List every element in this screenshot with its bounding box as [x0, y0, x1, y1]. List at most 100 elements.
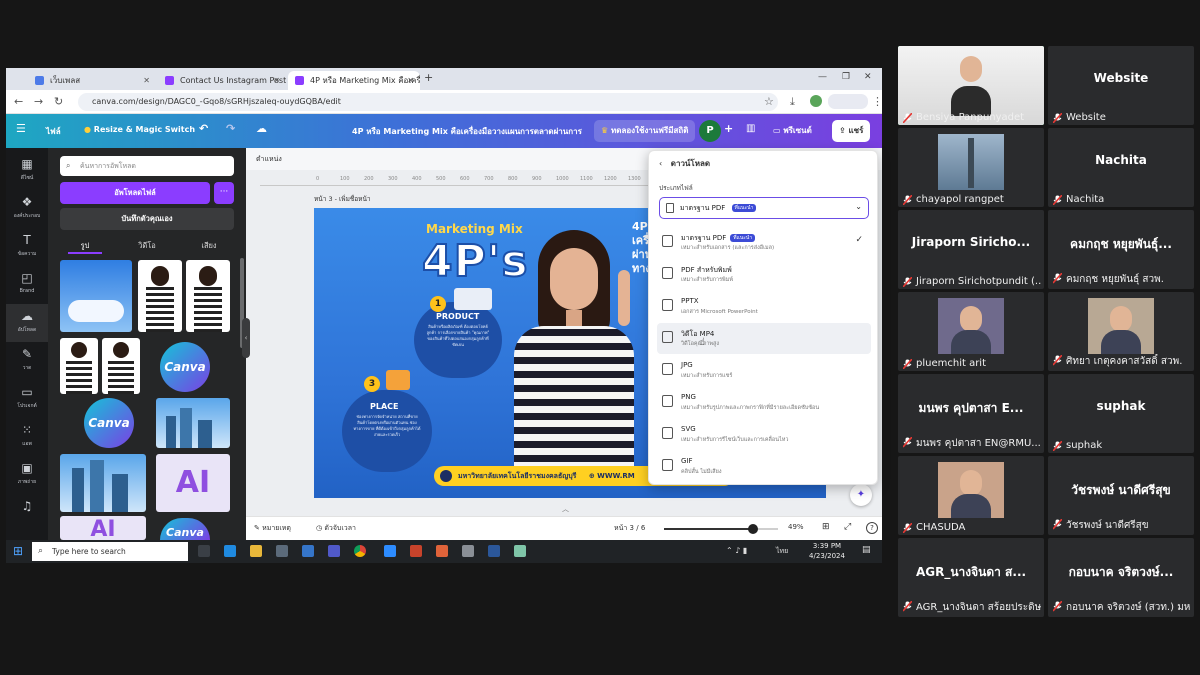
bookmark-star-icon[interactable]: ☆ [764, 95, 774, 108]
windows-start-icon[interactable]: ⊞ [13, 544, 23, 558]
user-avatar[interactable]: P [699, 120, 721, 142]
file-menu[interactable]: ไฟล์ [46, 125, 61, 138]
edge-icon[interactable] [224, 545, 236, 557]
window-close-icon[interactable]: ✕ [864, 72, 872, 82]
participant-tile[interactable]: Jiraporn Siricho... Jiraporn Sirichotpund… [898, 210, 1044, 289]
forward-icon[interactable]: → [34, 95, 43, 108]
download-back-button[interactable]: ‹ ดาวน์โหลด [659, 157, 710, 170]
teams-icon[interactable] [328, 545, 340, 557]
rail-item-3[interactable]: ◰ Brand [6, 266, 48, 304]
upload-thumb-canva-logo[interactable]: Canva [160, 342, 210, 392]
upload-thumb-woman-2[interactable] [186, 260, 230, 332]
browser-tab-3[interactable]: 4P หรือ Marketing Mix คือเครื่อง... ✕ [288, 71, 420, 90]
upload-thumb-woman-4[interactable] [102, 338, 140, 394]
analytics-icon[interactable]: ▥ [746, 123, 755, 134]
profile-chip[interactable] [828, 94, 868, 109]
participant-tile[interactable]: pluemchit arit [898, 292, 1044, 371]
tab-audio[interactable]: เสียง [180, 240, 238, 252]
upload-thumb-sky[interactable] [60, 260, 132, 332]
file-type-select[interactable]: มาตรฐาน PDF ที่แนะนำ ⌄ [659, 197, 869, 219]
file-type-option[interactable]: GIF คลิปสั้น ไม่มีเสียง [657, 451, 871, 482]
zoom-app-icon[interactable] [384, 545, 396, 557]
url-field[interactable]: canva.com/design/DAGC0_-Gqo8/sGRHjszaleq… [78, 93, 778, 111]
timer-button[interactable]: ◷ ตัวจับเวลา [316, 523, 356, 534]
resize-button[interactable]: ● Resize & Magic Switch [84, 125, 195, 134]
upload-thumb-woman-3[interactable] [60, 338, 98, 394]
profile-avatar[interactable] [810, 95, 822, 107]
participant-tile[interactable]: กอบนาค จริตวงษ์... กอบนาค จริตวงษ์ (สวท.)… [1048, 538, 1194, 617]
record-yourself-button[interactable]: บันทึกตัวคุณเอง [60, 208, 234, 230]
photos-icon[interactable] [462, 545, 474, 557]
add-collaborator-icon[interactable]: + [724, 122, 733, 135]
mail-icon[interactable] [302, 545, 314, 557]
taskbar-search-input[interactable]: ⌕ Type here to search [32, 542, 188, 561]
upload-thumb-canva-logo-2[interactable]: Canva [84, 398, 134, 448]
scroll-up-chevron-icon[interactable]: ︿ [562, 504, 569, 514]
participant-tile[interactable]: AGR_นางจินดา ส... AGR_นางจินดา สร้อยประดิ… [898, 538, 1044, 617]
rail-item-6[interactable]: ▭ โปรเจกต์ [6, 380, 48, 418]
system-tray-icons[interactable]: ⌃ ♪ ▮ [726, 546, 747, 555]
participant-tile[interactable]: Bensiya Panpunyadet [898, 46, 1044, 125]
chrome-icon[interactable] [354, 545, 366, 557]
file-type-option[interactable]: มาตรฐาน PDF ที่แนะนำ เหมาะสำหรับเอกสาร (แล… [657, 227, 871, 258]
collapse-panel-handle[interactable]: ‹ [242, 318, 250, 358]
participant-tile[interactable]: Website Website [1048, 46, 1194, 125]
file-type-option[interactable]: PNG เหมาะสำหรับรูปภาพและภาพกราฟิกที่มีราย… [657, 387, 871, 418]
new-tab-icon[interactable]: + [424, 71, 433, 84]
magic-assistant-icon[interactable]: ✦ [850, 484, 872, 506]
clock[interactable]: 3:39 PM 4/23/2024 [802, 541, 852, 561]
close-icon[interactable]: ✕ [143, 71, 150, 90]
rail-item-0[interactable]: ▦ ดีไซน์ [6, 152, 48, 190]
rail-item-9[interactable]: ♫ [6, 494, 48, 532]
upload-thumb-city-2[interactable] [60, 454, 146, 512]
minimize-icon[interactable]: — [818, 72, 827, 82]
upload-thumb-woman-1[interactable] [138, 260, 182, 332]
zoom-slider-handle[interactable] [748, 524, 759, 534]
upload-thumb-ai-2[interactable]: AI [60, 516, 146, 540]
participant-tile[interactable]: มนพร คุปตาสา E... มนพร คุปตาสา EN@RMU... [898, 374, 1044, 453]
upload-files-button[interactable]: อัพโหลดไฟล์ [60, 182, 210, 204]
more-menu-icon[interactable]: ⋮ [872, 95, 882, 108]
cloud-save-icon[interactable]: ☁ [256, 122, 267, 135]
upload-thumb-canva-logo-3[interactable]: Canva [160, 518, 210, 540]
menu-icon[interactable]: ☰ [16, 122, 26, 135]
participant-tile[interactable]: วัชรพงษ์ นาดีศรีสุข วัชรพงษ์ นาดีศรีสุข [1048, 456, 1194, 535]
page-title[interactable]: หน้า 3 - เพิ่มชื่อหน้า [314, 194, 371, 204]
close-icon[interactable]: ✕ [273, 71, 280, 90]
rail-item-8[interactable]: ▣ ภาพถ่าย [6, 456, 48, 494]
present-button[interactable]: ▭ พรีเซนต์ [766, 120, 819, 142]
participant-tile[interactable]: คมกฤช หยุยพันธุ์... คมกฤช หยุยพันธุ์ สวพ. [1048, 210, 1194, 289]
upload-thumb-city[interactable] [156, 398, 230, 448]
rail-item-1[interactable]: ❖ องค์ประกอบ [6, 190, 48, 228]
reload-icon[interactable]: ↻ [54, 95, 63, 108]
participant-tile[interactable]: ศิทยา เกตุคงคาสวัสดิ์ สวพ. [1048, 292, 1194, 371]
tab-images[interactable]: รูป [56, 240, 114, 252]
back-icon[interactable]: ← [14, 95, 23, 108]
participant-tile[interactable]: chayapol rangpet [898, 128, 1044, 207]
fullscreen-icon[interactable]: ⤢ [844, 522, 851, 532]
file-type-option[interactable]: PDF สำหรับพิมพ์ เหมาะสำหรับการพิมพ์ [657, 259, 871, 290]
app-icon[interactable] [514, 545, 526, 557]
zoom-slider[interactable] [664, 524, 778, 534]
close-icon[interactable]: ✕ [407, 71, 414, 90]
tab-videos[interactable]: วิดีโอ [118, 240, 176, 252]
file-type-option[interactable]: JPG เหมาะสำหรับการแชร์ [657, 355, 871, 386]
file-type-option[interactable]: PPTX เอกสาร Microsoft PowerPoint [657, 291, 871, 322]
download-icon[interactable]: ⤓ [790, 95, 795, 109]
store-icon[interactable] [276, 545, 288, 557]
grid-view-icon[interactable]: ⊞ [822, 522, 830, 532]
language-indicator[interactable]: ไทย [776, 546, 788, 557]
redo-icon[interactable]: ↷ [226, 122, 235, 135]
rail-item-5[interactable]: ✎ วาด [6, 342, 48, 380]
notification-icon[interactable]: ▤ [862, 545, 871, 555]
maximize-icon[interactable]: ❐ [842, 72, 850, 82]
upload-search-input[interactable]: ⌕ ค้นหาการอัพโหลด [60, 156, 234, 176]
help-icon[interactable]: ? [866, 522, 878, 534]
rail-item-2[interactable]: T ข้อความ [6, 228, 48, 266]
share-button[interactable]: ⇪ แชร์ [832, 120, 871, 142]
notes-button[interactable]: ✎ หมายเหตุ [254, 523, 291, 534]
participant-tile[interactable]: Nachita Nachita [1048, 128, 1194, 207]
zoom-level[interactable]: 49% [788, 523, 804, 531]
acrobat-icon[interactable] [436, 545, 448, 557]
more-upload-options-button[interactable]: ··· [214, 182, 234, 204]
